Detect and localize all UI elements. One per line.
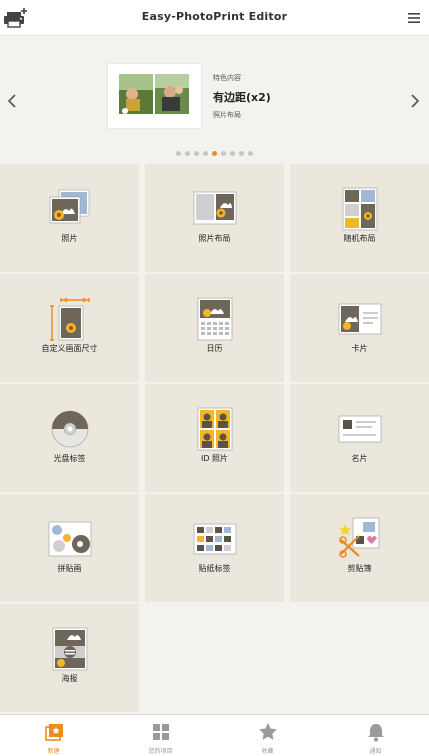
pagination-dot-active[interactable] [212, 151, 217, 156]
feature-subtitle: 照片布局 [213, 111, 241, 119]
tile-label: 照片布局 [198, 234, 231, 243]
carousel-next-button[interactable] [409, 93, 421, 109]
tile-id-photo[interactable]: ID 照片 [145, 384, 284, 492]
poster-icon [52, 627, 87, 671]
id-photo-icon [197, 407, 232, 451]
nav-label: 通知 [369, 748, 382, 755]
feature-title: 有边距(x2) [213, 91, 271, 104]
feature-text: 特色内容 有边距(x2) 照片布局 [213, 73, 271, 120]
card-icon [338, 303, 381, 335]
carousel-prev-button[interactable] [6, 93, 18, 109]
tile-label: 随机布局 [343, 234, 376, 243]
tile-label: 卡片 [351, 344, 368, 353]
tile-business-card[interactable]: 名片 [290, 384, 429, 492]
tile-calendar[interactable]: 日历 [145, 274, 284, 382]
tile-sticker[interactable]: 贴纸标签 [145, 494, 284, 602]
tile-label: 剪贴簿 [347, 564, 372, 573]
custom-size-icon [49, 297, 90, 341]
pagination-dot[interactable] [176, 151, 181, 156]
hamburger-icon [408, 13, 420, 23]
star-icon [258, 723, 277, 740]
tile-card[interactable]: 卡片 [290, 274, 429, 382]
tile-label: 自定义画面尺寸 [41, 344, 98, 353]
feature-photo-image [119, 74, 189, 114]
tile-label: 拼贴画 [57, 564, 82, 573]
chevron-right-icon [411, 94, 420, 108]
nav-notifications[interactable]: 通知 [322, 715, 429, 756]
tile-label: 日历 [206, 344, 223, 353]
disc-label-icon [51, 410, 88, 448]
tile-label: 照片 [61, 234, 78, 243]
nav-new[interactable]: 新建 [0, 715, 107, 756]
pagination-dot[interactable] [248, 151, 253, 156]
tile-random-layout[interactable]: 随机布局 [290, 164, 429, 272]
pagination-dot[interactable] [185, 151, 190, 156]
tile-scrapbook[interactable]: 剪贴簿 [290, 494, 429, 602]
random-layout-icon [342, 187, 377, 231]
collage-icon [48, 521, 91, 557]
projects-icon [152, 724, 169, 740]
app-header: Easy-PhotoPrint Editor [0, 0, 429, 36]
pagination-dot[interactable] [194, 151, 199, 156]
bell-icon [367, 724, 384, 742]
nav-projects[interactable]: 您的项目 [107, 715, 214, 756]
scrapbook-icon [338, 517, 379, 558]
bottom-navigation: 新建 您的项目 收藏 通知 [0, 714, 429, 756]
tile-label: 光盘标签 [53, 454, 86, 463]
tile-photo-layout[interactable]: 照片布局 [145, 164, 284, 272]
pagination-dot[interactable] [239, 151, 244, 156]
menu-button[interactable] [407, 10, 421, 24]
photo-layout-icon [193, 191, 236, 225]
pagination-dot[interactable] [230, 151, 235, 156]
pagination-dot[interactable] [203, 151, 208, 156]
carousel-pagination[interactable] [0, 151, 429, 157]
feature-thumbnail[interactable] [108, 64, 201, 128]
pagination-dot[interactable] [221, 151, 226, 156]
tile-disc-label[interactable]: 光盘标签 [0, 384, 139, 492]
new-icon [44, 724, 63, 741]
tile-photo[interactable]: 照片 [0, 164, 139, 272]
nav-favorites[interactable]: 收藏 [214, 715, 321, 756]
tile-label: 名片 [351, 454, 368, 463]
tile-poster[interactable]: 海报 [0, 604, 139, 712]
sticker-icon [193, 523, 236, 555]
app-title: Easy-PhotoPrint Editor [141, 10, 288, 23]
tile-label: 贴纸标签 [198, 564, 231, 573]
calendar-icon [197, 297, 232, 341]
feature-label: 特色内容 [213, 74, 241, 82]
nav-label: 您的项目 [148, 748, 173, 755]
tile-label: ID 照片 [200, 454, 229, 463]
tile-label: 海报 [61, 674, 78, 683]
tile-collage[interactable]: 拼贴画 [0, 494, 139, 602]
chevron-left-icon [7, 94, 16, 108]
nav-label: 新建 [47, 748, 60, 755]
nav-label: 收藏 [261, 748, 274, 755]
photo-icon [49, 189, 89, 224]
feature-carousel: 特色内容 有边距(x2) 照片布局 [0, 37, 429, 164]
business-card-icon [338, 415, 381, 443]
tile-custom-size[interactable]: 自定义画面尺寸 [0, 274, 139, 382]
project-type-grid: 照片 照片布局 随机布局 自定义画面尺寸 日历 卡片 光盘标签 ID 照片 名片… [0, 164, 429, 714]
